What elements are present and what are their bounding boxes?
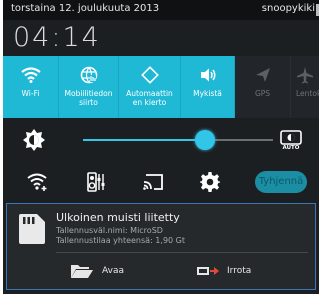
tile-airplane[interactable]: Lentok	[291, 56, 319, 118]
gps-icon	[254, 66, 272, 84]
tile-mobile-data-label: Mobiilitiedon siirto	[64, 89, 113, 107]
equalizer-icon	[87, 172, 105, 192]
screen-mirroring-button[interactable]	[142, 172, 164, 196]
brightness-slider-fill	[83, 139, 205, 141]
tile-gps-label: GPS	[254, 89, 271, 98]
brightness-icon	[23, 129, 45, 155]
volume-icon	[199, 66, 217, 84]
eject-button-label: Irrota	[227, 266, 252, 276]
tile-mobile-data[interactable]: Mobiilitiedon siirto	[59, 56, 119, 118]
screen-mirroring-icon	[143, 174, 163, 190]
mobile-data-icon	[80, 66, 98, 84]
tile-wifi-label: Wi-Fi	[21, 89, 40, 98]
tile-mute[interactable]: Mykistä	[181, 56, 235, 118]
tile-wifi[interactable]: Wi-Fi	[3, 56, 59, 118]
tile-mute-label: Mykistä	[193, 89, 222, 98]
brightness-slider-thumb[interactable]	[194, 130, 215, 150]
tile-airplane-label: Lentok	[296, 89, 319, 98]
action-row: Tyhjennä	[3, 162, 319, 202]
overflow-indicator	[316, 4, 319, 16]
wifi-settings-button[interactable]	[27, 172, 49, 196]
status-bar: torstaina 12. joulukuuta 2013 snoopykiki	[3, 0, 319, 20]
status-date: torstaina 12. joulukuuta 2013	[11, 3, 160, 14]
notification-storage-total: Tallennustilaa yhteensä: 1,90 Gt	[56, 236, 185, 245]
folder-icon	[71, 265, 93, 278]
sound-settings-button[interactable]	[87, 172, 107, 196]
clear-all-button[interactable]: Tyhjennä	[255, 171, 307, 193]
tile-auto-rotate[interactable]: Automaattin en kierto	[119, 56, 181, 118]
auto-rotate-icon	[140, 66, 159, 84]
notification-divider	[56, 252, 308, 253]
tile-auto-rotate-label: Automaattin en kierto	[126, 89, 173, 107]
clock: 04:14	[13, 22, 101, 53]
brightness-row: AUTO	[3, 120, 319, 162]
eject-button[interactable]: Irrota	[197, 260, 307, 284]
auto-brightness-label: AUTO	[282, 145, 300, 151]
sd-card-icon	[19, 214, 45, 248]
settings-button[interactable]	[200, 172, 220, 196]
eject-sd-icon	[197, 267, 219, 275]
quick-settings-row: Wi-Fi Mobiilitiedon siirto Automaattin e…	[3, 56, 319, 118]
sd-card-notification[interactable]: Ulkoinen muisti liitetty Tallennusväl.ni…	[6, 203, 316, 290]
airplane-icon	[296, 66, 314, 84]
open-button-label: Avaa	[102, 266, 124, 276]
open-button[interactable]: Avaa	[62, 260, 172, 284]
tile-gps[interactable]: GPS	[235, 56, 291, 118]
notification-title: Ulkoinen muisti liitetty	[56, 211, 180, 224]
notification-storage-name: Tallennusväl.nimi: MicroSD	[56, 226, 163, 235]
auto-brightness-button[interactable]: AUTO	[279, 128, 303, 152]
status-user-name[interactable]: snoopykiki	[262, 3, 315, 14]
gear-icon	[200, 172, 220, 192]
notification-shade: torstaina 12. joulukuuta 2013 snoopykiki…	[3, 0, 319, 294]
wifi-icon	[20, 66, 41, 84]
wifi-settings-icon	[27, 173, 47, 191]
